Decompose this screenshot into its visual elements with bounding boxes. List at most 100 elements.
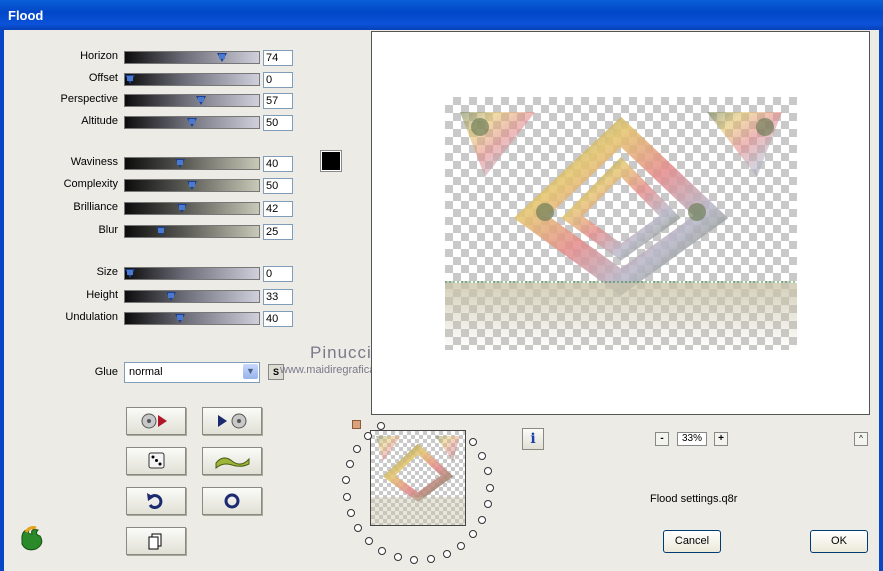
navigator-dot[interactable] bbox=[478, 516, 487, 525]
perspective-slider[interactable] bbox=[124, 94, 260, 107]
dice-icon bbox=[148, 452, 165, 469]
navigator-dot[interactable] bbox=[393, 553, 402, 562]
brilliance-label: Brilliance bbox=[73, 201, 118, 213]
blur-label: Blur bbox=[98, 224, 118, 236]
wave-icon bbox=[215, 457, 250, 470]
wave-button[interactable] bbox=[202, 447, 262, 475]
altitude-slider-thumb[interactable] bbox=[187, 118, 197, 127]
altitude-value-field[interactable]: 50 bbox=[263, 115, 293, 131]
horizon-slider-thumb[interactable] bbox=[216, 53, 227, 62]
chevron-down-icon[interactable]: ▼ bbox=[243, 364, 258, 379]
size-slider-thumb[interactable] bbox=[125, 269, 135, 278]
navigator-dot[interactable] bbox=[478, 451, 487, 460]
navigator-dot[interactable] bbox=[410, 555, 419, 564]
navigator-dot[interactable] bbox=[378, 546, 387, 555]
horizon-value-field[interactable]: 74 bbox=[263, 50, 293, 66]
navigator-dot[interactable] bbox=[353, 445, 362, 454]
complexity-value-field[interactable]: 50 bbox=[263, 178, 293, 194]
zoom-level: 33% bbox=[677, 432, 707, 446]
offset-value-field[interactable]: 0 bbox=[263, 72, 293, 88]
logo-icon bbox=[18, 526, 46, 555]
undulation-slider[interactable] bbox=[124, 312, 260, 325]
waviness-slider-thumb[interactable] bbox=[174, 159, 185, 168]
copy-button[interactable] bbox=[126, 527, 186, 555]
navigator-dot[interactable] bbox=[342, 493, 351, 502]
undulation-slider-thumb[interactable] bbox=[174, 314, 185, 323]
blur-slider-thumb[interactable] bbox=[156, 227, 166, 236]
size-label: Size bbox=[96, 266, 118, 278]
reset-circle-icon bbox=[224, 493, 240, 509]
navigator-dot[interactable] bbox=[484, 467, 493, 476]
brilliance-slider-thumb[interactable] bbox=[177, 204, 188, 213]
title-bar: Flood bbox=[0, 0, 883, 30]
height-slider[interactable] bbox=[124, 290, 260, 303]
cancel-button[interactable]: Cancel bbox=[663, 530, 721, 553]
complexity-label: Complexity bbox=[63, 178, 118, 190]
navigator-dot[interactable] bbox=[469, 530, 478, 539]
undo-button[interactable] bbox=[126, 487, 186, 515]
undulation-value-field[interactable]: 40 bbox=[263, 311, 293, 327]
navigator-dot[interactable] bbox=[457, 541, 466, 550]
copy-icon bbox=[148, 533, 162, 550]
waviness-label: Waviness bbox=[70, 156, 118, 168]
reset-button[interactable] bbox=[202, 487, 262, 515]
ok-button[interactable]: OK bbox=[810, 530, 868, 553]
height-label: Height bbox=[86, 289, 118, 301]
navigator-dot[interactable] bbox=[342, 476, 351, 485]
navigator-dot[interactable] bbox=[354, 524, 363, 533]
navigator-dot[interactable] bbox=[442, 549, 451, 558]
navigator-dot[interactable] bbox=[346, 460, 355, 469]
blur-slider[interactable] bbox=[124, 225, 260, 238]
size-slider[interactable] bbox=[124, 267, 260, 280]
blur-value-field[interactable]: 25 bbox=[263, 224, 293, 240]
size-value-field[interactable]: 0 bbox=[263, 266, 293, 282]
offset-label: Offset bbox=[88, 72, 118, 84]
waviness-value-field[interactable]: 40 bbox=[263, 156, 293, 172]
navigator-dot[interactable] bbox=[377, 422, 386, 431]
undulation-label: Undulation bbox=[65, 311, 118, 323]
window-frame-right bbox=[879, 30, 883, 571]
info-button[interactable]: i bbox=[522, 428, 544, 450]
navigator-dot[interactable] bbox=[426, 554, 435, 563]
preview-image bbox=[445, 97, 797, 350]
play-forward-icon bbox=[218, 413, 247, 429]
navigator-dot[interactable] bbox=[484, 500, 493, 509]
brilliance-value-field[interactable]: 42 bbox=[263, 201, 293, 217]
height-slider-thumb[interactable] bbox=[165, 292, 176, 301]
glue-select[interactable]: normal ▼ bbox=[124, 362, 260, 383]
play-reverse-icon bbox=[141, 413, 167, 429]
altitude-slider[interactable] bbox=[124, 116, 260, 129]
complexity-slider[interactable] bbox=[124, 179, 260, 192]
zoom-out-button[interactable]: - bbox=[655, 432, 669, 446]
horizon-slider[interactable] bbox=[124, 51, 260, 64]
window-title: Flood bbox=[8, 8, 44, 23]
offset-slider-thumb[interactable] bbox=[125, 75, 135, 84]
waviness-slider[interactable] bbox=[124, 157, 260, 170]
random-button[interactable] bbox=[126, 447, 186, 475]
horizon-label: Horizon bbox=[80, 50, 118, 62]
navigator-dot[interactable] bbox=[485, 483, 494, 492]
scroll-up-button[interactable]: ^ bbox=[854, 432, 868, 446]
play-reverse-button[interactable] bbox=[126, 407, 186, 435]
color-swatch[interactable] bbox=[320, 150, 342, 172]
height-value-field[interactable]: 33 bbox=[263, 289, 293, 305]
play-forward-button[interactable] bbox=[202, 407, 262, 435]
navigator-dot[interactable] bbox=[346, 509, 355, 518]
perspective-label: Perspective bbox=[60, 93, 118, 105]
info-icon: i bbox=[530, 431, 536, 447]
brilliance-slider[interactable] bbox=[124, 202, 260, 215]
window-frame-left bbox=[0, 30, 4, 571]
zoom-in-button[interactable]: + bbox=[714, 432, 728, 446]
offset-slider[interactable] bbox=[124, 73, 260, 86]
navigator-dot[interactable] bbox=[469, 437, 478, 446]
preview-panel bbox=[371, 31, 870, 415]
altitude-label: Altitude bbox=[81, 115, 118, 127]
perspective-slider-thumb[interactable] bbox=[195, 96, 206, 105]
navigator-handle[interactable] bbox=[352, 420, 361, 429]
complexity-slider-thumb[interactable] bbox=[187, 181, 197, 190]
navigator-dot[interactable] bbox=[364, 536, 373, 545]
settings-filename: Flood settings.q8r bbox=[650, 493, 738, 505]
thumbnail-preview[interactable] bbox=[370, 430, 466, 526]
perspective-value-field[interactable]: 57 bbox=[263, 93, 293, 109]
undo-icon bbox=[147, 493, 163, 510]
